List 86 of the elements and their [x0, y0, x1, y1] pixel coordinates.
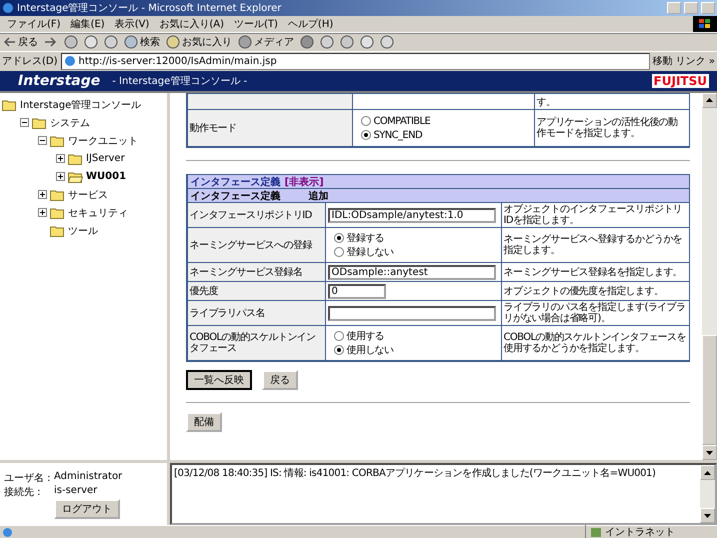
address-field[interactable]: http://is-server:12000/IsAdmin/main.jsp — [60, 52, 650, 70]
menu-item[interactable]: 表示(V) — [110, 16, 154, 31]
description: ネーミングサービスへ登録するかどうかを指定します。 — [504, 234, 684, 256]
description: オブジェクトの優先度を指定します。 — [504, 286, 664, 297]
menu-item[interactable]: ファイル(F) — [2, 16, 66, 31]
text-field[interactable]: IDL:ODsample/anytest:1.0 — [328, 208, 496, 223]
folder-icon — [50, 188, 65, 201]
scroll-down-icon[interactable] — [704, 514, 711, 518]
menu-item[interactable]: お気に入り(A) — [154, 16, 229, 31]
logo: Interstage — [18, 72, 100, 89]
field-label: 動作モード — [190, 122, 238, 134]
links-button[interactable]: リンク » — [676, 54, 715, 68]
user-label: ユーザ名 : — [4, 472, 52, 485]
media-button[interactable]: メディア — [238, 35, 294, 50]
add-label: 追加 — [308, 190, 328, 203]
folder-icon — [32, 116, 47, 129]
radio-option[interactable]: 登録する — [334, 232, 498, 244]
field-label: ネーミングサービスへの登録 — [190, 240, 314, 251]
expand-toggle[interactable] — [38, 208, 47, 218]
folder-icon — [68, 152, 83, 165]
text-field[interactable]: ODsample::anytest — [328, 264, 496, 280]
favorites-button[interactable]: お気に入り — [166, 35, 232, 50]
field-label: 優先度 — [190, 286, 219, 297]
host-name: is-server — [54, 485, 98, 498]
menu-item[interactable]: 編集(E) — [66, 16, 110, 31]
back-arrow-icon — [4, 37, 16, 48]
log-message: [03/12/08 18:40:35] IS: 情報: is41001: CORBAアプリケーションを作成しました(ワークユニット名=WU001) — [173, 466, 657, 481]
radio-option[interactable]: 使用する — [334, 330, 498, 342]
description: アプリケーションの活性化後の動作モードを指定します。 — [536, 117, 679, 140]
expand-toggle[interactable] — [56, 154, 65, 164]
back-button[interactable]: 戻る — [4, 35, 38, 50]
tree-item[interactable]: ワークユニット — [68, 134, 138, 148]
logout-button[interactable]: ログアウト — [54, 499, 120, 519]
subsection-title: インタフェース定義 — [190, 189, 280, 203]
user-name: Administrator — [54, 471, 124, 484]
description: オブジェクトのインタフェースリポジトリIDを指定します。 — [504, 204, 684, 226]
zone-label: イントラネット — [605, 526, 675, 538]
tree-item[interactable]: Interstage管理コンソール — [20, 98, 142, 112]
scroll-down-icon[interactable] — [706, 450, 713, 454]
text-field[interactable]: 0 — [328, 284, 386, 299]
menu-item[interactable]: ツール(T) — [229, 16, 283, 31]
description: COBOLの動的スケルトンインタフェースを使用するかどうかを指定します。 — [504, 332, 686, 354]
brand-logo: FUJITSU — [652, 74, 709, 88]
collapse-toggle[interactable] — [38, 136, 47, 146]
address-label: アドレス(D) — [2, 55, 58, 68]
open-folder-icon — [68, 170, 83, 183]
hide-link[interactable]: [非表示] — [284, 174, 324, 189]
radio-option[interactable]: 使用しない — [334, 344, 498, 356]
tree-item[interactable]: システム — [50, 116, 90, 130]
scroll-thumb[interactable] — [702, 335, 717, 445]
tree-item[interactable]: ツール — [68, 224, 98, 238]
radio-option[interactable]: SYNC_END — [360, 130, 532, 141]
field-label: インタフェースリポジトリID — [190, 210, 313, 221]
back-button[interactable]: 戻る — [262, 370, 298, 390]
tree-item[interactable]: WU001 — [86, 171, 126, 182]
folder-icon — [50, 224, 65, 237]
folder-icon — [50, 206, 65, 219]
scroll-up-icon[interactable] — [704, 470, 711, 474]
radio-option[interactable]: 登録しない — [334, 246, 498, 258]
tree-item[interactable]: セキュリティ — [68, 206, 128, 220]
section-title: インタフェース定義 — [190, 175, 280, 189]
deploy-button[interactable]: 配備 — [186, 412, 222, 432]
collapse-toggle[interactable] — [20, 118, 29, 128]
search-button[interactable]: 検索 — [124, 35, 160, 50]
field-label: ライブラリパス名 — [190, 308, 266, 319]
window-title: Interstage管理コンソール - Microsoft Internet Explorer — [17, 2, 282, 15]
forward-icon[interactable] — [44, 37, 58, 48]
folder-icon — [2, 98, 17, 111]
folder-icon — [50, 134, 65, 147]
radio-option[interactable]: COMPATIBLE — [360, 116, 532, 127]
description: ライブラリのパス名を指定します(ライブラリがない場合は省略可)。 — [504, 302, 686, 324]
tree-item[interactable]: IJServer — [86, 153, 125, 164]
menu-item[interactable]: ヘルプ(H) — [282, 16, 338, 31]
tree-item[interactable]: サービス — [68, 188, 108, 202]
expand-toggle[interactable] — [56, 172, 65, 182]
scroll-up-icon[interactable] — [706, 98, 713, 102]
description: ネーミングサービス登録名を指定します。 — [504, 266, 684, 278]
app-title: - Interstage管理コンソール - — [112, 74, 248, 88]
text-field[interactable] — [328, 306, 496, 321]
go-button[interactable]: 移動 — [652, 54, 673, 68]
expand-toggle[interactable] — [38, 190, 47, 200]
field-label: COBOLの動的スケルトンインタフェース — [190, 332, 316, 354]
windows-logo — [693, 16, 717, 32]
field-label: ネーミングサービス登録名 — [190, 266, 304, 278]
apply-button[interactable]: 一覧へ反映 — [186, 370, 252, 390]
host-label: 接続先 : — [4, 486, 42, 499]
